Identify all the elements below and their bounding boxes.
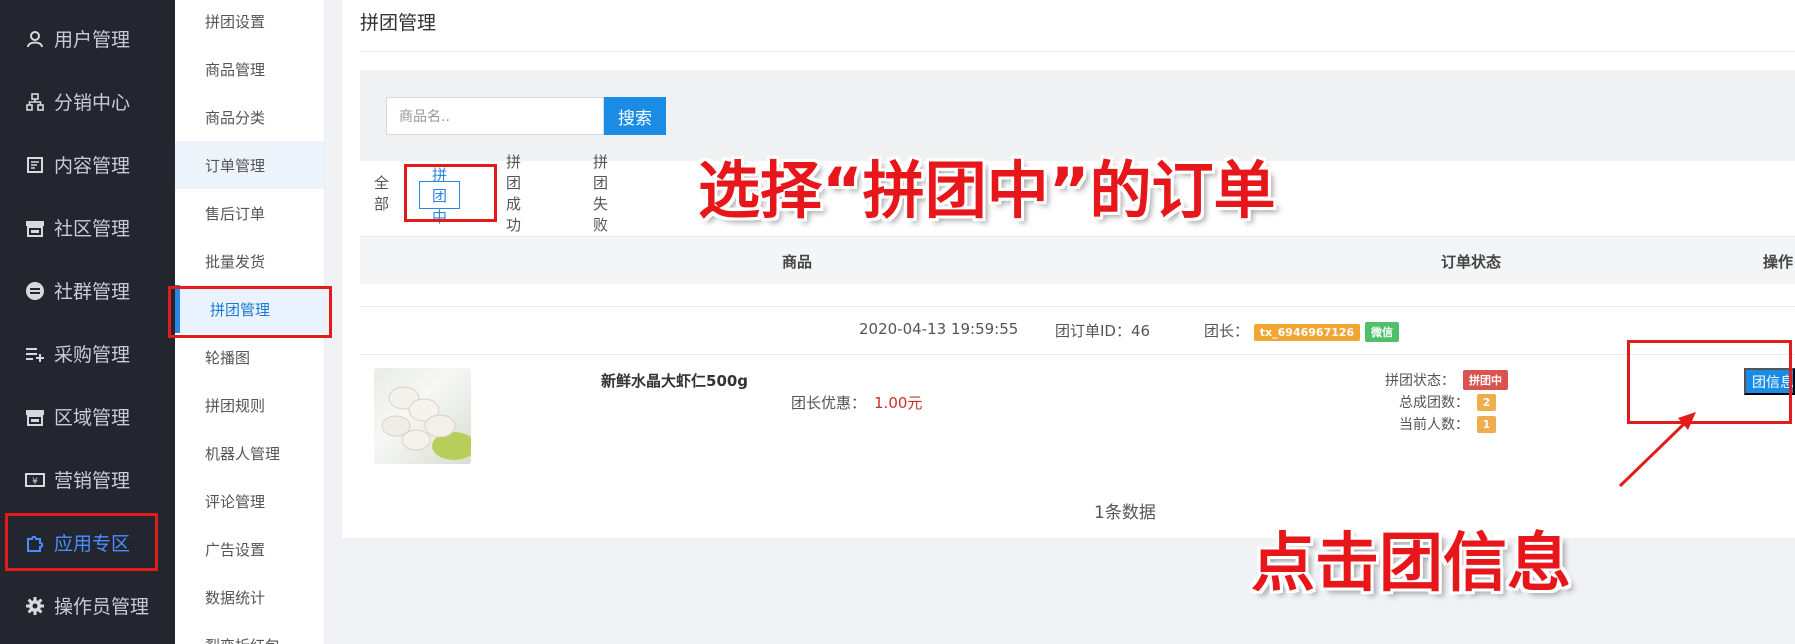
subnav-item-label: 批量发货 bbox=[205, 252, 266, 271]
subnav-item-label: 轮播图 bbox=[205, 348, 251, 367]
sidebar-item-label: 用户管理 bbox=[54, 29, 131, 51]
subnav-item-label: 商品管理 bbox=[205, 60, 266, 79]
current-count-label: 当前人数： bbox=[1399, 417, 1469, 433]
store-icon bbox=[24, 217, 46, 239]
record-count: 1条数据 bbox=[1094, 503, 1156, 523]
leader-discount: 团长优惠： 1.00元 bbox=[791, 392, 922, 413]
sitemap-icon bbox=[24, 91, 46, 113]
subnav-item-ads[interactable]: 广告设置 bbox=[175, 525, 324, 573]
subnav-item-label: 商品分类 bbox=[205, 108, 266, 127]
subnav-item-label: 订单管理 bbox=[205, 156, 266, 175]
column-header-status: 订单状态 bbox=[1441, 253, 1502, 271]
row-divider bbox=[360, 306, 1795, 307]
subnav-item-group-settings[interactable]: 拼团设置 bbox=[175, 0, 324, 45]
store-icon bbox=[24, 406, 46, 428]
highlight-box-info-button bbox=[1627, 340, 1792, 424]
sidebar-item-label: 内容管理 bbox=[54, 155, 131, 177]
current-count-badge: 1 bbox=[1477, 415, 1496, 433]
group-order-id: 团订单ID：46 bbox=[1055, 320, 1150, 341]
leader-channel-badge: 微信 bbox=[1364, 322, 1399, 342]
subnav-item-products[interactable]: 商品管理 bbox=[175, 45, 324, 93]
subnav-item-group-rules[interactable]: 拼团规则 bbox=[175, 381, 324, 429]
group-leader-label: 团长： bbox=[1204, 322, 1250, 340]
sidebar-item-label: 分销中心 bbox=[54, 92, 131, 114]
leader-discount-label: 团长优惠： bbox=[791, 394, 867, 412]
app-root: 用户管理 分销中心 内容管理 社区管理 社群管理 采购管理 区域管理 ¥ 营销管… bbox=[0, 0, 1795, 644]
column-header-action: 操作 bbox=[1763, 253, 1794, 271]
sidebar-item-operator[interactable]: 操作员管理 bbox=[0, 574, 175, 637]
highlight-box-grouping-tab bbox=[404, 164, 497, 222]
main-panel: 拼团管理 商品名.. 搜索 全部 拼团中 拼团成功 拼团失败 商品 订单状态 操… bbox=[342, 0, 1795, 538]
subnav-item-batch-ship[interactable]: 批量发货 bbox=[175, 237, 324, 285]
leader-discount-value: 1.00元 bbox=[874, 394, 923, 412]
subnav-item-label: 裂变拆红包 bbox=[205, 635, 280, 644]
annotation-click-info: 点击团信息 bbox=[1251, 527, 1571, 601]
subnav-item-red-packet[interactable]: 裂变拆红包 bbox=[175, 621, 324, 644]
user-icon bbox=[24, 28, 46, 50]
subnav-item-categories[interactable]: 商品分类 bbox=[175, 93, 324, 141]
page-title: 拼团管理 bbox=[360, 12, 437, 34]
sidebar-item-region[interactable]: 区域管理 bbox=[0, 385, 175, 448]
sidebar-item-marketing[interactable]: ¥ 营销管理 bbox=[0, 448, 175, 511]
subnav-item-orders[interactable]: 订单管理 bbox=[175, 141, 324, 189]
group-order-id-value: 46 bbox=[1130, 322, 1151, 340]
ticket-icon: ¥ bbox=[24, 469, 46, 491]
tab-success[interactable]: 拼团成功 bbox=[506, 153, 521, 234]
total-groups: 总成团数： 2 bbox=[1399, 392, 1496, 412]
subnav-item-label: 拼团设置 bbox=[205, 12, 266, 31]
current-count: 当前人数： 1 bbox=[1399, 414, 1496, 434]
sidebar-item-label: 营销管理 bbox=[54, 470, 131, 492]
product-name: 新鲜水晶大虾仁500g bbox=[601, 372, 749, 390]
sidebar-item-community[interactable]: 社区管理 bbox=[0, 196, 175, 259]
sidebar-item-label: 区域管理 bbox=[54, 407, 131, 429]
annotation-select-grouping: 选择“拼团中”的订单 bbox=[698, 154, 1276, 227]
highlight-box-app-zone bbox=[5, 513, 158, 571]
group-status-badge: 拼团中 bbox=[1463, 370, 1508, 390]
minus-circle-icon bbox=[24, 280, 46, 302]
subnav-item-label: 拼团规则 bbox=[205, 396, 266, 415]
sidebar-item-label: 社区管理 bbox=[54, 218, 131, 240]
tab-all[interactable]: 全部 bbox=[374, 174, 389, 213]
subnav-item-statistics[interactable]: 数据统计 bbox=[175, 573, 324, 621]
sidebar-item-distribution[interactable]: 分销中心 bbox=[0, 70, 175, 133]
sidebar-item-group[interactable]: 社群管理 bbox=[0, 259, 175, 322]
total-groups-badge: 2 bbox=[1477, 393, 1496, 411]
sidebar-item-purchase[interactable]: 采购管理 bbox=[0, 322, 175, 385]
order-time: 2020-04-13 19:59:55 bbox=[859, 320, 1019, 338]
search-button[interactable]: 搜索 bbox=[604, 97, 666, 135]
svg-text:¥: ¥ bbox=[32, 477, 38, 487]
sidebar-item-label: 社群管理 bbox=[54, 281, 131, 303]
subnav-item-comments[interactable]: 评论管理 bbox=[175, 477, 324, 525]
subnav-item-robots[interactable]: 机器人管理 bbox=[175, 429, 324, 477]
subnav-item-carousel[interactable]: 轮播图 bbox=[175, 333, 324, 381]
sidebar-item-user-management[interactable]: 用户管理 bbox=[0, 7, 175, 70]
document-icon bbox=[24, 154, 46, 176]
subnav-item-label: 售后订单 bbox=[205, 204, 266, 223]
sidebar-item-label: 操作员管理 bbox=[54, 596, 150, 618]
group-leader: 团长： tx_6946967126 微信 bbox=[1204, 320, 1399, 342]
list-add-icon bbox=[24, 343, 46, 365]
highlight-box-group-management bbox=[168, 286, 332, 338]
total-groups-label: 总成团数： bbox=[1399, 395, 1469, 411]
tab-failed[interactable]: 拼团失败 bbox=[593, 153, 608, 234]
subnav-item-label: 数据统计 bbox=[205, 588, 266, 607]
column-header-product: 商品 bbox=[782, 253, 813, 271]
group-status-label: 拼团状态： bbox=[1385, 373, 1455, 389]
table-header: 商品 订单状态 操作 bbox=[360, 236, 1795, 284]
title-divider bbox=[360, 51, 1795, 52]
group-status: 拼团状态： 拼团中 bbox=[1385, 370, 1508, 390]
row-divider bbox=[360, 354, 1795, 355]
subnav-item-label: 机器人管理 bbox=[205, 444, 281, 463]
group-order-id-label: 团订单ID： bbox=[1055, 322, 1131, 340]
sidebar-item-content[interactable]: 内容管理 bbox=[0, 133, 175, 196]
gear-icon bbox=[24, 595, 46, 617]
leader-name-badge: tx_6946967126 bbox=[1253, 324, 1361, 341]
sidebar-item-label: 采购管理 bbox=[54, 344, 131, 366]
subnav-item-label: 广告设置 bbox=[205, 540, 266, 559]
subnav-item-label: 评论管理 bbox=[205, 492, 266, 511]
search-input[interactable]: 商品名.. bbox=[386, 97, 604, 135]
product-image bbox=[374, 368, 471, 464]
subnav-item-aftersale[interactable]: 售后订单 bbox=[175, 189, 324, 237]
